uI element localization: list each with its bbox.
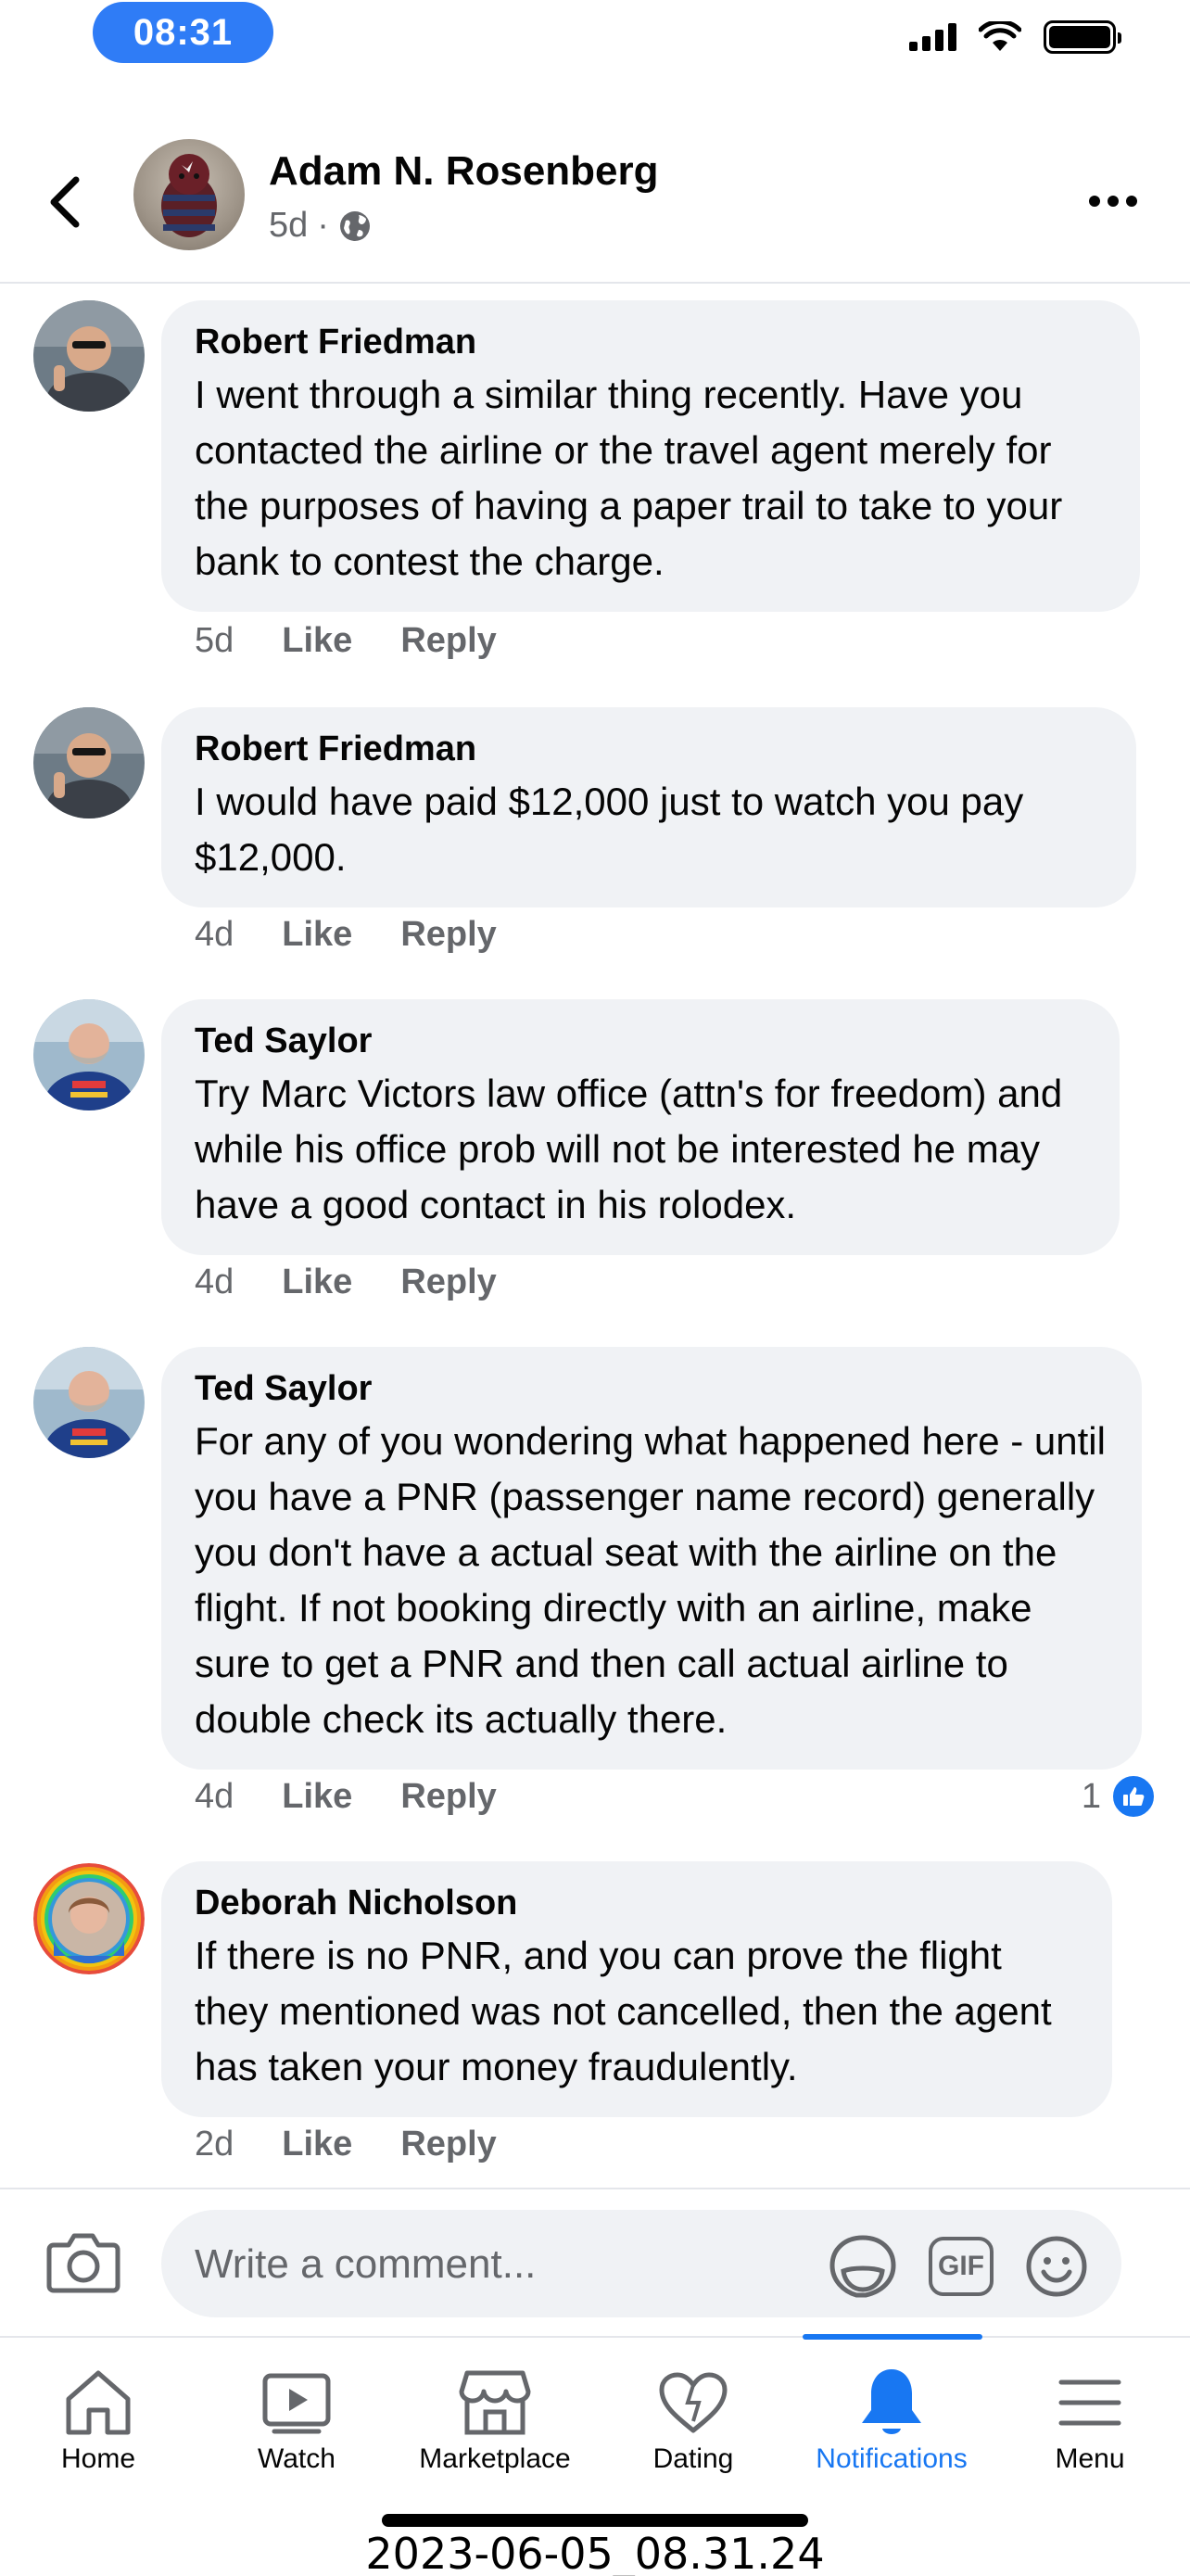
tab-notifications[interactable]: Notifications: [799, 2334, 984, 2495]
back-button[interactable]: [37, 165, 93, 239]
comment-bubble[interactable]: Ted Saylor For any of you wondering what…: [161, 1347, 1142, 1770]
comment-author[interactable]: Robert Friedman: [195, 728, 1103, 770]
comment-text: If there is no PNR, and you can prove th…: [195, 1934, 1052, 2088]
tab-marketplace[interactable]: Marketplace: [402, 2338, 588, 2495]
tab-label: Home: [60, 2443, 136, 2474]
thumbs-up-icon: [1110, 1773, 1157, 1820]
comment-author[interactable]: Ted Saylor: [195, 1020, 1086, 1062]
tab-label: Dating: [652, 2443, 734, 2474]
like-button[interactable]: Like: [282, 621, 352, 661]
reply-button[interactable]: Reply: [400, 915, 496, 955]
like-button[interactable]: Like: [282, 2125, 352, 2164]
comment-text: Try Marc Victors law office (attn's for …: [195, 1072, 1063, 1226]
tab-home[interactable]: Home: [43, 2338, 154, 2495]
emoji-icon[interactable]: [1025, 2235, 1088, 2298]
comment-bubble[interactable]: Robert Friedman I would have paid $12,00…: [161, 707, 1136, 907]
status-bar: 08:31: [0, 0, 1190, 83]
post-header: Adam N. Rosenberg 5d ·: [0, 130, 1190, 284]
comment-author[interactable]: Deborah Nicholson: [195, 1882, 1079, 1924]
reply-button[interactable]: Reply: [400, 1263, 496, 1302]
tab-dating[interactable]: Dating: [638, 2338, 749, 2495]
comment-actions: 4d Like Reply: [195, 1263, 497, 1302]
comment-text: I went through a similar thing recently.…: [195, 373, 1063, 583]
comment-author[interactable]: Ted Saylor: [195, 1367, 1108, 1410]
status-icons: [909, 20, 1121, 54]
tab-label: Watch: [258, 2443, 335, 2474]
cellular-signal-icon: [909, 23, 956, 51]
post-age: 5d: [269, 206, 309, 245]
chevron-left-icon: [50, 176, 80, 228]
comment-age: 2d: [195, 2125, 234, 2164]
meta-separator: ·: [317, 206, 329, 245]
camera-button[interactable]: [46, 2228, 130, 2303]
comment-bubble[interactable]: Deborah Nicholson If there is no PNR, an…: [161, 1861, 1112, 2117]
comment-actions: 4d Like Reply: [195, 1777, 497, 1817]
commenter-avatar[interactable]: [33, 707, 145, 818]
wifi-icon: [979, 21, 1021, 51]
status-time: 08:31: [93, 2, 273, 63]
tab-watch[interactable]: Watch: [241, 2338, 352, 2495]
comment-actions: 2d Like Reply: [195, 2125, 497, 2164]
bell-icon: [862, 2369, 921, 2434]
comment-input[interactable]: Write a comment... GIF: [161, 2210, 1121, 2317]
comment-placeholder: Write a comment...: [195, 2241, 537, 2287]
commenter-avatar[interactable]: [33, 999, 145, 1110]
camera-icon: [46, 2233, 120, 2293]
commenter-avatar[interactable]: [33, 1347, 145, 1458]
comment-bubble[interactable]: Robert Friedman I went through a similar…: [161, 300, 1140, 612]
dating-icon: [659, 2372, 728, 2433]
like-button[interactable]: Like: [282, 1777, 352, 1817]
like-button[interactable]: Like: [282, 915, 352, 955]
author-name[interactable]: Adam N. Rosenberg: [269, 148, 659, 195]
home-indicator[interactable]: [382, 2514, 808, 2527]
commenter-avatar[interactable]: [33, 300, 145, 412]
comment-composer: Write a comment... GIF: [0, 2188, 1190, 2336]
menu-icon: [1058, 2379, 1121, 2426]
gif-button[interactable]: GIF: [929, 2237, 994, 2296]
reaction-summary[interactable]: 1: [1082, 1773, 1157, 1820]
more-options-button[interactable]: [1081, 178, 1146, 224]
sticker-icon[interactable]: [829, 2234, 897, 2299]
tab-label: Notifications: [816, 2443, 968, 2474]
watch-icon: [262, 2373, 331, 2434]
comment-actions: 4d Like Reply: [195, 915, 497, 955]
reply-button[interactable]: Reply: [400, 1777, 496, 1817]
home-icon: [66, 2370, 131, 2435]
globe-icon: [339, 210, 370, 241]
author-avatar[interactable]: [133, 139, 245, 250]
reply-button[interactable]: Reply: [400, 2125, 496, 2164]
comment-author[interactable]: Robert Friedman: [195, 321, 1107, 363]
tab-menu[interactable]: Menu: [1034, 2338, 1146, 2495]
like-button[interactable]: Like: [282, 1263, 352, 1302]
comment-age: 5d: [195, 621, 234, 660]
comment-actions: 5d Like Reply: [195, 621, 497, 661]
commenter-avatar[interactable]: [33, 1863, 145, 1974]
composer-icons: GIF: [829, 2234, 1088, 2299]
marketplace-icon: [459, 2370, 531, 2435]
bottom-tab-bar: Home Watch Marketplace Dating Notificati…: [0, 2334, 1190, 2495]
comment-age: 4d: [195, 1263, 234, 1301]
comment-text: I would have paid $12,000 just to watch …: [195, 780, 1024, 879]
post-meta: 5d ·: [269, 206, 372, 246]
comment-text: For any of you wondering what happened h…: [195, 1419, 1106, 1741]
comment-bubble[interactable]: Ted Saylor Try Marc Victors law office (…: [161, 999, 1120, 1255]
tab-label: Marketplace: [419, 2443, 571, 2474]
reply-button[interactable]: Reply: [400, 621, 496, 661]
active-tab-indicator: [803, 2334, 982, 2340]
comment-age: 4d: [195, 1777, 234, 1816]
screenshot-caption: 2023-06-05_08.31.24: [365, 2529, 825, 2576]
tab-label: Menu: [1055, 2443, 1125, 2474]
battery-icon: [1044, 20, 1121, 54]
reaction-count: 1: [1081, 1776, 1101, 1816]
comment-age: 4d: [195, 915, 234, 954]
